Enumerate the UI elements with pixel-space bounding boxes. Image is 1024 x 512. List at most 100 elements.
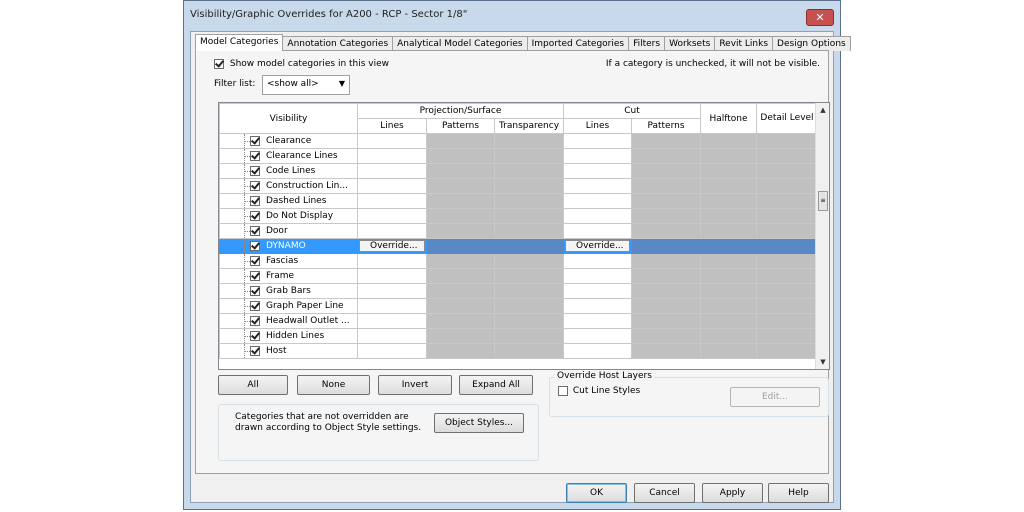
category-name-cell[interactable]: Fascias: [219, 253, 358, 269]
tab-filters[interactable]: Filters: [628, 36, 666, 51]
projection-lines-cell[interactable]: [357, 328, 427, 344]
projection-lines-cell[interactable]: [357, 223, 427, 239]
category-visibility-checkbox[interactable]: [250, 136, 260, 146]
detail-level-cell[interactable]: [756, 313, 818, 329]
expand-all-button[interactable]: Expand All: [459, 375, 533, 395]
scroll-up-icon[interactable]: ▲: [816, 103, 830, 117]
projection-lines-cell[interactable]: [357, 208, 427, 224]
category-visibility-checkbox[interactable]: [250, 256, 260, 266]
projection-lines-cell[interactable]: [357, 163, 427, 179]
cut-lines-cell[interactable]: [563, 328, 632, 344]
cut-lines-cell[interactable]: [563, 253, 632, 269]
help-button[interactable]: Help: [768, 483, 829, 503]
halftone-cell[interactable]: [700, 313, 757, 329]
category-name-cell[interactable]: Frame: [219, 268, 358, 284]
projection-transparency-cell[interactable]: [494, 148, 564, 164]
halftone-cell[interactable]: [700, 208, 757, 224]
category-name-cell[interactable]: Do Not Display: [219, 208, 358, 224]
cut-lines-cell[interactable]: Override...: [563, 238, 632, 254]
category-visibility-checkbox[interactable]: [250, 271, 260, 281]
projection-patterns-cell[interactable]: [426, 283, 495, 299]
category-row[interactable]: Clearance Lines: [219, 148, 818, 164]
projection-transparency-cell[interactable]: [494, 133, 564, 149]
category-visibility-checkbox[interactable]: [250, 151, 260, 161]
show-model-checkbox[interactable]: [214, 59, 224, 69]
projection-transparency-cell[interactable]: [494, 223, 564, 239]
detail-level-cell[interactable]: [756, 268, 818, 284]
cut-lines-cell[interactable]: [563, 223, 632, 239]
category-row[interactable]: Frame: [219, 268, 818, 284]
cut-patterns-cell[interactable]: [631, 328, 701, 344]
tab-design-options[interactable]: Design Options: [772, 36, 851, 51]
projection-patterns-cell[interactable]: [426, 238, 495, 254]
ok-button[interactable]: OK: [566, 483, 627, 503]
detail-level-cell[interactable]: [756, 163, 818, 179]
detail-level-cell[interactable]: [756, 133, 818, 149]
category-visibility-checkbox[interactable]: [250, 241, 260, 251]
projection-lines-cell[interactable]: [357, 313, 427, 329]
category-name-cell[interactable]: DYNAMO: [219, 238, 358, 254]
cut-lines-cell[interactable]: [563, 163, 632, 179]
edit-button[interactable]: Edit...: [730, 387, 820, 407]
projection-transparency-cell[interactable]: [494, 208, 564, 224]
projection-transparency-cell[interactable]: [494, 163, 564, 179]
projection-patterns-cell[interactable]: [426, 253, 495, 269]
cut-patterns-cell[interactable]: [631, 133, 701, 149]
category-visibility-checkbox[interactable]: [250, 196, 260, 206]
projection-patterns-cell[interactable]: [426, 298, 495, 314]
detail-level-cell[interactable]: [756, 328, 818, 344]
detail-level-cell[interactable]: [756, 208, 818, 224]
cut-patterns-cell[interactable]: [631, 148, 701, 164]
grid-scrollbar[interactable]: ▲ ≡ ▼: [815, 103, 829, 369]
projection-lines-cell[interactable]: [357, 268, 427, 284]
projection-patterns-cell[interactable]: [426, 328, 495, 344]
category-visibility-checkbox[interactable]: [250, 181, 260, 191]
tab-revit-links[interactable]: Revit Links: [714, 36, 774, 51]
category-name-cell[interactable]: Code Lines: [219, 163, 358, 179]
category-name-cell[interactable]: Hidden Lines: [219, 328, 358, 344]
detail-level-cell[interactable]: [756, 178, 818, 194]
cut-lines-cell[interactable]: [563, 343, 632, 359]
category-row[interactable]: Fascias: [219, 253, 818, 269]
tab-imported-categories[interactable]: Imported Categories: [526, 36, 630, 51]
apply-button[interactable]: Apply: [702, 483, 763, 503]
cut-line-styles-option[interactable]: Cut Line Styles: [558, 386, 640, 397]
category-visibility-checkbox[interactable]: [250, 211, 260, 221]
category-visibility-checkbox[interactable]: [250, 331, 260, 341]
projection-transparency-cell[interactable]: [494, 238, 564, 254]
cut-lines-cell[interactable]: [563, 283, 632, 299]
projection-lines-cell[interactable]: Override...: [357, 238, 427, 254]
halftone-cell[interactable]: [700, 148, 757, 164]
projection-lines-cell[interactable]: [357, 343, 427, 359]
detail-level-cell[interactable]: [756, 343, 818, 359]
projection-transparency-cell[interactable]: [494, 283, 564, 299]
category-row[interactable]: Hidden Lines: [219, 328, 818, 344]
projection-lines-cell[interactable]: [357, 283, 427, 299]
projection-patterns-cell[interactable]: [426, 268, 495, 284]
projection-patterns-cell[interactable]: [426, 148, 495, 164]
cut-lines-cell[interactable]: [563, 148, 632, 164]
projection-patterns-cell[interactable]: [426, 208, 495, 224]
cut-lines-cell[interactable]: [563, 208, 632, 224]
cut-patterns-cell[interactable]: [631, 238, 701, 254]
halftone-cell[interactable]: [700, 298, 757, 314]
projection-lines-cell[interactable]: [357, 148, 427, 164]
halftone-cell[interactable]: [700, 178, 757, 194]
halftone-cell[interactable]: [700, 343, 757, 359]
tab-annotation-categories[interactable]: Annotation Categories: [282, 36, 394, 51]
cut-patterns-cell[interactable]: [631, 208, 701, 224]
halftone-cell[interactable]: [700, 133, 757, 149]
category-name-cell[interactable]: Clearance Lines: [219, 148, 358, 164]
none-button[interactable]: None: [297, 375, 370, 395]
projection-transparency-cell[interactable]: [494, 343, 564, 359]
projection-lines-cell[interactable]: [357, 253, 427, 269]
category-name-cell[interactable]: Host: [219, 343, 358, 359]
category-visibility-checkbox[interactable]: [250, 226, 260, 236]
detail-level-cell[interactable]: [756, 223, 818, 239]
projection-patterns-cell[interactable]: [426, 223, 495, 239]
override-button[interactable]: Override...: [565, 240, 630, 252]
tab-model-categories[interactable]: Model Categories: [195, 34, 284, 51]
scroll-thumb[interactable]: ≡: [818, 191, 828, 211]
close-button[interactable]: ✕: [806, 9, 834, 26]
cut-lines-cell[interactable]: [563, 133, 632, 149]
